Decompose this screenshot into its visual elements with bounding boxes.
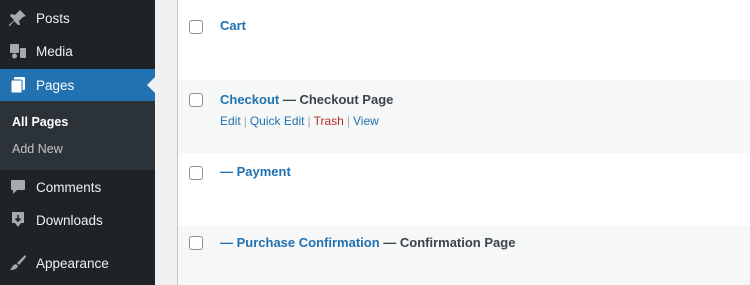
- comment-icon: [8, 177, 28, 197]
- table-row: — Purchase Confirmation — Confirmation P…: [178, 226, 750, 285]
- table-row: — Payment: [178, 153, 750, 226]
- page-title-link[interactable]: — Payment: [220, 164, 291, 179]
- row-checkbox[interactable]: [189, 236, 203, 250]
- row-title: Checkout — Checkout Page: [220, 92, 393, 107]
- sidebar-item-media[interactable]: Media: [0, 36, 155, 66]
- page-state: — Confirmation Page: [379, 235, 516, 250]
- pushpin-icon: [8, 8, 28, 28]
- page-title-link[interactable]: Checkout: [220, 92, 279, 107]
- main-content: Cart Checkout — Checkout Page Edit | Quick…: [155, 0, 750, 285]
- active-indicator-arrow: [147, 77, 155, 93]
- pages-table: Cart Checkout — Checkout Page Edit | Quick…: [177, 0, 750, 285]
- sidebar-item-appearance[interactable]: Appearance: [0, 248, 155, 278]
- row-checkbox[interactable]: [189, 20, 203, 34]
- sidebar-item-label: Pages: [36, 77, 75, 93]
- sidebar-item-label: Comments: [36, 179, 102, 195]
- row-checkbox[interactable]: [189, 93, 203, 107]
- download-icon: [8, 210, 28, 230]
- page-title-link[interactable]: — Purchase Confirmation: [220, 235, 380, 250]
- sidebar-item-label: Downloads: [36, 212, 103, 228]
- row-actions: Edit | Quick Edit | Trash | View: [220, 114, 379, 128]
- row-title: — Payment: [220, 164, 291, 179]
- quick-edit-link[interactable]: Quick Edit: [250, 114, 305, 128]
- edit-link[interactable]: Edit: [220, 114, 241, 128]
- table-row: Cart: [178, 0, 750, 80]
- pages-icon: [8, 75, 28, 95]
- table-row: Checkout — Checkout Page Edit | Quick Edit…: [178, 80, 750, 153]
- submenu-all-pages[interactable]: All Pages: [12, 115, 68, 129]
- media-icon: [8, 41, 28, 61]
- sidebar-item-label: Posts: [36, 10, 70, 26]
- sidebar-item-posts[interactable]: Posts: [0, 3, 155, 33]
- sidebar-item-label: Media: [36, 43, 73, 59]
- row-checkbox[interactable]: [189, 166, 203, 180]
- sidebar-item-downloads[interactable]: Downloads: [0, 205, 155, 235]
- row-title: Cart: [220, 18, 246, 33]
- sidebar-item-comments[interactable]: Comments: [0, 172, 155, 202]
- paintbrush-icon: [8, 253, 28, 273]
- admin-sidebar: Posts Media Pages All Pages Add New Comm…: [0, 0, 155, 285]
- row-title: — Purchase Confirmation — Confirmation P…: [220, 235, 515, 250]
- pages-submenu: All Pages Add New: [0, 101, 155, 170]
- page-state: — Checkout Page: [279, 92, 394, 107]
- trash-link[interactable]: Trash: [314, 114, 344, 128]
- sidebar-item-pages[interactable]: Pages: [0, 69, 155, 101]
- sidebar-item-label: Appearance: [36, 255, 109, 271]
- page-title-link[interactable]: Cart: [220, 18, 246, 33]
- submenu-add-new[interactable]: Add New: [12, 142, 63, 156]
- view-link[interactable]: View: [353, 114, 379, 128]
